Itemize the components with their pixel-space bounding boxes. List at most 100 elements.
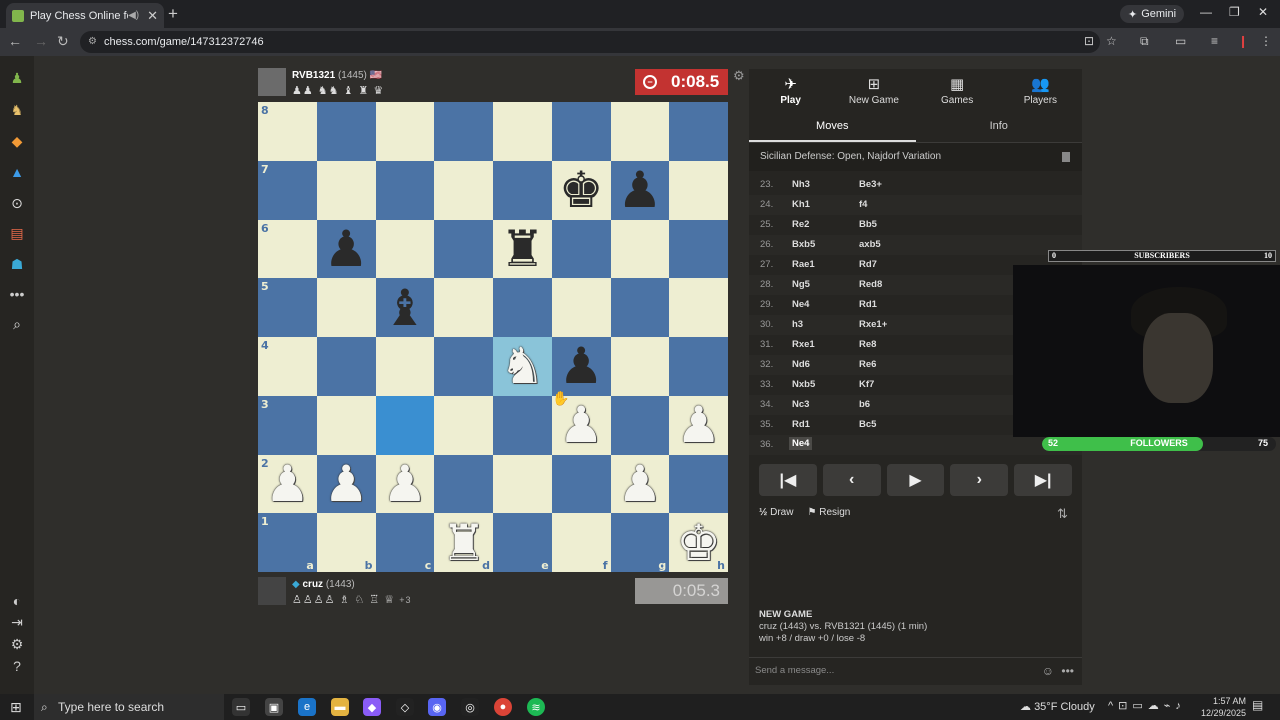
watch-icon[interactable]: ⊙ xyxy=(7,193,27,213)
resign-button[interactable]: ⚑ Resign xyxy=(807,507,850,518)
profile-icon[interactable]: ❙ xyxy=(1238,34,1248,48)
black-move[interactable]: Re8 xyxy=(859,339,876,350)
tab-games[interactable]: ▦ Games xyxy=(916,69,999,111)
square-c6[interactable] xyxy=(375,219,435,279)
chess-board[interactable]: 8 7 ♚ ♟ 6 ♟ ♜ 5 ♝ 4 ♞ ♟ 3 ♟ ♟ 2 ♟ ♟ ♟ ♟ 1 a b c d ♜ e f g h ♚ xyxy=(258,102,728,572)
taskbar-search[interactable]: ⌕ Type here to search xyxy=(34,694,224,720)
copilot-icon[interactable]: ◆ xyxy=(363,698,381,716)
square-h2[interactable] xyxy=(669,454,728,514)
avatar[interactable] xyxy=(258,68,286,96)
black-move[interactable]: b6 xyxy=(859,399,870,410)
white-king-icon[interactable]: ♚ xyxy=(676,518,721,568)
weather-widget[interactable]: ☁ 35°F Cloudy xyxy=(1020,700,1095,713)
square-a1[interactable]: 1a xyxy=(258,513,317,572)
white-move[interactable]: Re2 xyxy=(792,219,809,230)
last-move-button[interactable]: ▶| xyxy=(1014,464,1072,496)
square-b8[interactable] xyxy=(316,102,376,161)
square-g1[interactable]: g xyxy=(610,513,670,572)
white-move[interactable]: Rd1 xyxy=(792,419,810,430)
black-move[interactable]: Kf7 xyxy=(859,379,874,390)
square-f7[interactable]: ♚ xyxy=(551,160,611,220)
white-move[interactable]: Nc3 xyxy=(792,399,809,410)
prev-move-button[interactable]: ‹ xyxy=(822,464,881,496)
square-c3[interactable] xyxy=(375,395,435,455)
square-e8[interactable] xyxy=(493,102,552,161)
learn-icon[interactable]: ▲ xyxy=(7,162,27,182)
square-a8[interactable]: 8 xyxy=(258,102,317,161)
square-c8[interactable] xyxy=(375,102,435,161)
white-move[interactable]: Ng5 xyxy=(792,279,810,290)
next-move-button[interactable]: › xyxy=(950,464,1009,496)
back-arrow-icon[interactable]: ← xyxy=(8,33,22,49)
tab-moves[interactable]: Moves xyxy=(749,111,916,142)
square-b5[interactable] xyxy=(316,278,376,337)
square-h1[interactable]: h ♚ xyxy=(669,513,728,572)
white-pawn-icon[interactable]: ♟ xyxy=(324,459,369,509)
system-tray[interactable]: ^⊡▭☁⌁♪ xyxy=(1108,699,1186,712)
square-g6[interactable] xyxy=(610,219,670,279)
discord-icon[interactable]: ◉ xyxy=(428,698,446,716)
black-bishop-icon[interactable]: ♝ xyxy=(382,283,427,333)
flip-board-icon[interactable]: ⇅ xyxy=(1057,506,1068,522)
square-a3[interactable]: 3 xyxy=(258,395,317,455)
square-b1[interactable]: b xyxy=(316,513,376,572)
square-b6[interactable]: ♟ xyxy=(316,219,376,279)
square-e6[interactable]: ♜ xyxy=(493,219,552,279)
black-king-icon[interactable]: ♚ xyxy=(559,165,604,215)
sidepanel-icon[interactable]: ▭ xyxy=(1175,34,1186,48)
white-pawn-icon[interactable]: ♟ xyxy=(676,400,721,450)
square-h8[interactable] xyxy=(669,102,728,161)
bottom-player-name[interactable]: ◆ cruz (1443) xyxy=(292,579,355,590)
white-move[interactable]: Rae1 xyxy=(792,259,815,270)
top-player-name[interactable]: RVB1321 (1445) 🇺🇸 xyxy=(292,70,382,81)
bookmark-star-icon[interactable]: ☆ xyxy=(1106,34,1117,48)
new-tab-button[interactable]: + xyxy=(168,4,178,24)
white-move[interactable]: h3 xyxy=(792,319,803,330)
black-rook-icon[interactable]: ♜ xyxy=(500,224,545,274)
square-b2[interactable]: ♟ xyxy=(316,454,376,514)
square-e7[interactable] xyxy=(493,160,552,220)
app-icon[interactable]: ▣ xyxy=(265,698,283,716)
square-f6[interactable] xyxy=(551,219,611,279)
square-d1[interactable]: d ♜ xyxy=(434,513,493,572)
black-move[interactable]: Red8 xyxy=(859,279,882,290)
search-icon[interactable]: ⌕ xyxy=(7,314,27,334)
draw-button[interactable]: ½ Draw xyxy=(759,507,793,518)
square-f5[interactable] xyxy=(551,278,611,337)
square-f4[interactable]: ♟ xyxy=(551,337,611,396)
white-move[interactable]: Rxe1 xyxy=(792,339,815,350)
white-move[interactable]: Bxb5 xyxy=(792,239,815,250)
black-pawn-icon[interactable]: ♟ xyxy=(324,224,369,274)
square-b4[interactable] xyxy=(316,337,376,396)
square-a7[interactable]: 7 xyxy=(258,160,317,220)
edge-icon[interactable]: e xyxy=(298,698,316,716)
white-move[interactable]: Kh1 xyxy=(792,199,810,210)
social-icon[interactable]: ☗ xyxy=(7,254,27,274)
square-h5[interactable] xyxy=(669,278,728,337)
maximize-button[interactable]: ❐ xyxy=(1229,5,1240,19)
square-f2[interactable] xyxy=(551,454,611,514)
square-c5[interactable]: ♝ xyxy=(375,278,435,337)
chrome-icon[interactable]: ● xyxy=(494,698,512,716)
home-pawn-icon[interactable]: ♟ xyxy=(7,68,27,88)
square-g5[interactable] xyxy=(610,278,670,337)
reload-icon[interactable]: ↻ xyxy=(57,33,69,50)
settings-icon[interactable]: ⚙ xyxy=(7,634,27,654)
extensions-icon[interactable]: ⧉ xyxy=(1140,34,1149,49)
square-b7[interactable] xyxy=(316,160,376,220)
square-a6[interactable]: 6 xyxy=(258,219,317,279)
square-f8[interactable] xyxy=(551,102,611,161)
tab-play[interactable]: ✈ Play xyxy=(749,69,832,111)
square-c2[interactable]: ♟ xyxy=(375,454,435,514)
tab-info[interactable]: Info xyxy=(916,111,1083,142)
square-c7[interactable] xyxy=(375,160,435,220)
play-icon[interactable]: ♞ xyxy=(7,100,27,120)
square-e2[interactable] xyxy=(493,454,552,514)
square-h7[interactable] xyxy=(669,160,728,220)
avatar[interactable] xyxy=(258,577,286,605)
square-h4[interactable] xyxy=(669,337,728,396)
square-d5[interactable] xyxy=(434,278,493,337)
white-knight-icon[interactable]: ♞ xyxy=(500,341,545,391)
minimize-button[interactable]: — xyxy=(1200,5,1212,19)
black-move[interactable]: Bc5 xyxy=(859,419,876,430)
